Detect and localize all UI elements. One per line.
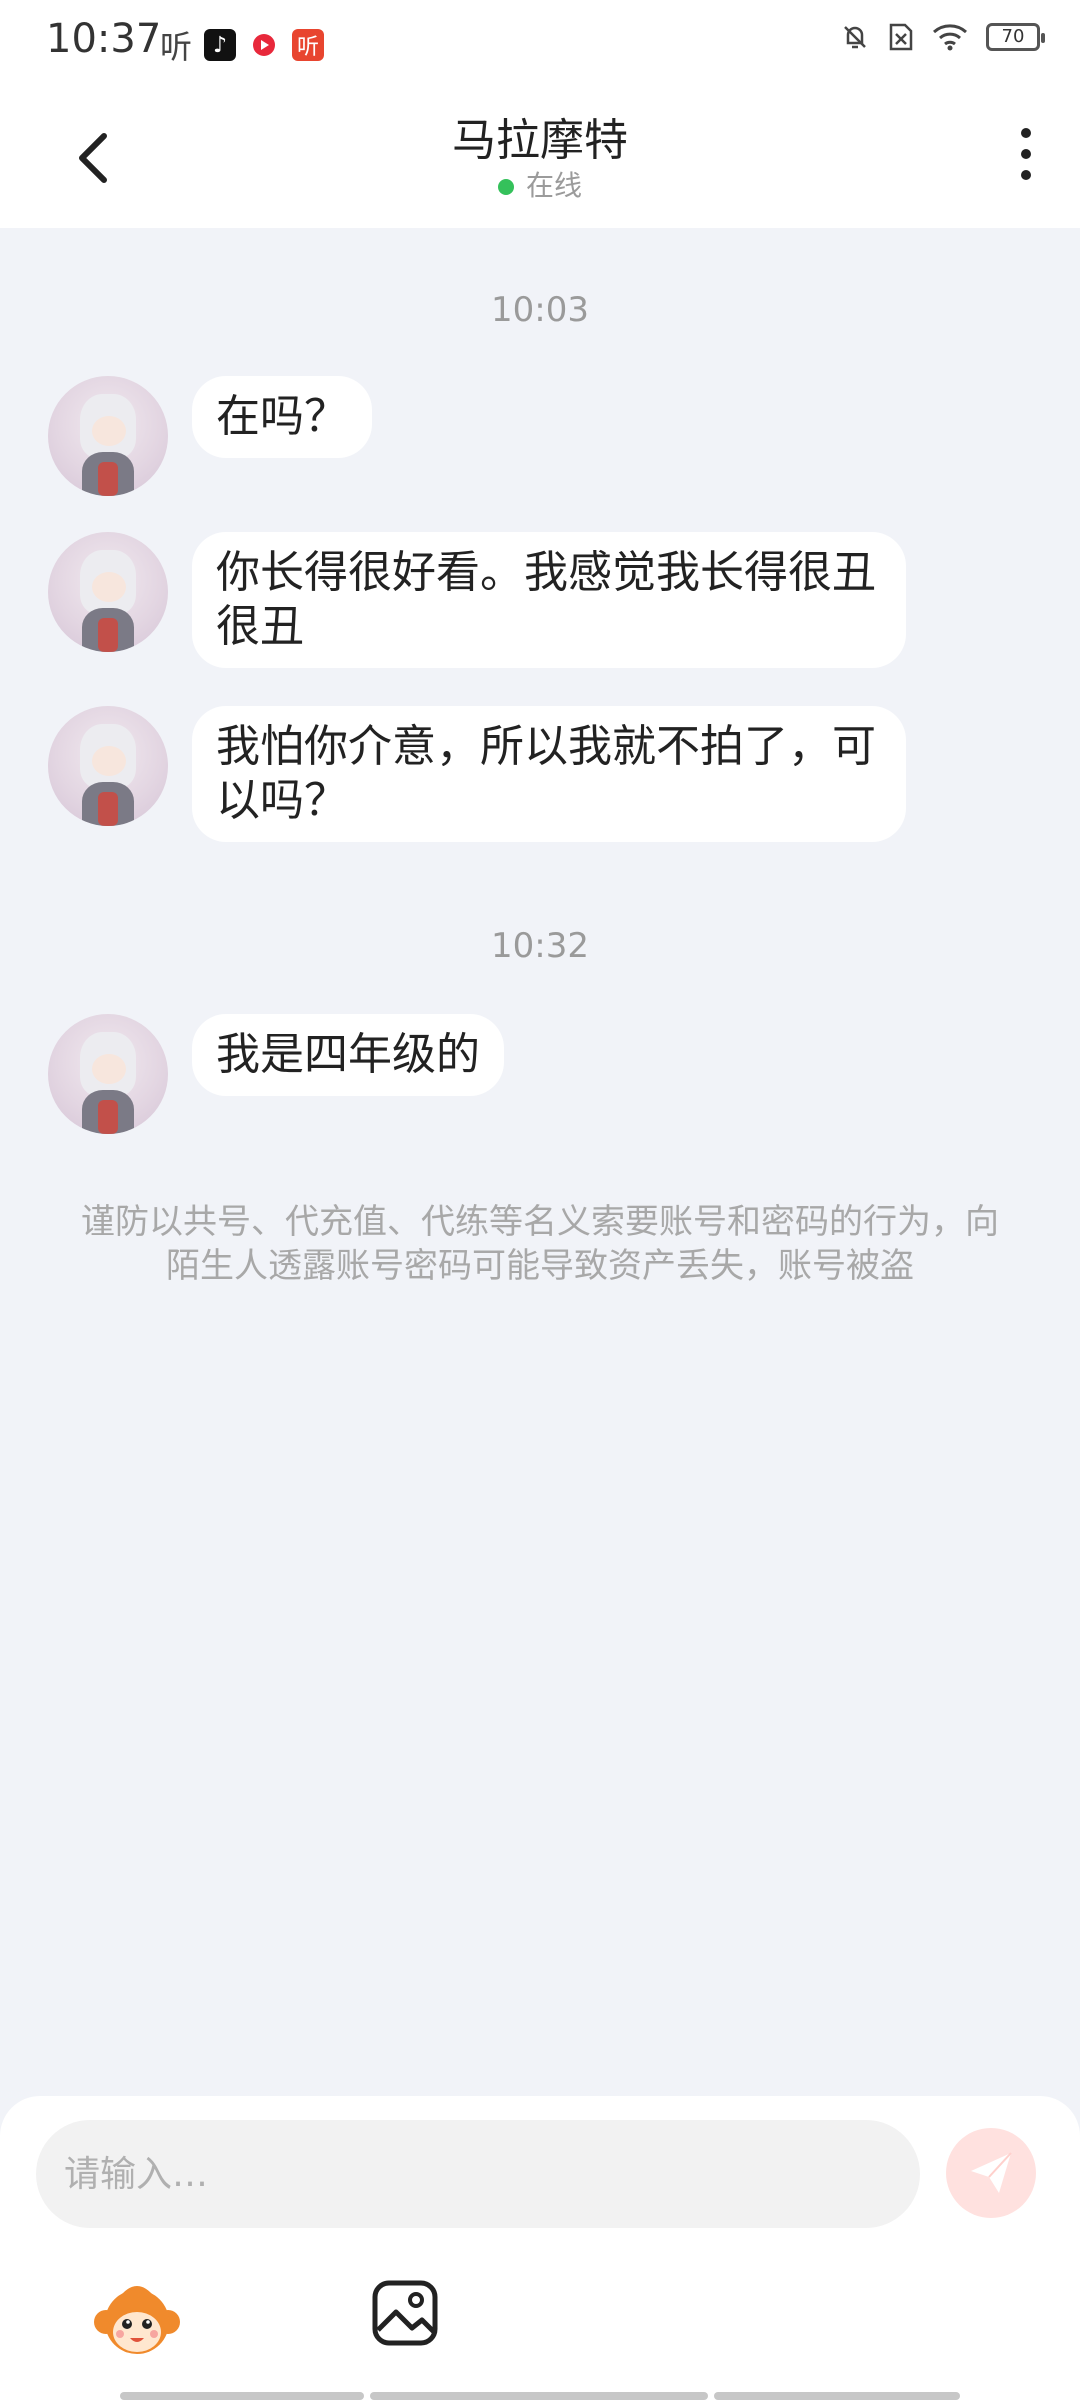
tiktok-icon: ♪	[204, 29, 237, 61]
message-bubble[interactable]: 我是四年级的	[192, 1014, 504, 1096]
presence-label: 在线	[525, 169, 582, 202]
listen-icon: 听	[160, 28, 193, 66]
security-warning: 谨防以共号、代充值、代练等名义索要账号和密码的行为，向陌生人透露账号密码可能导致…	[81, 1202, 999, 1286]
more-options-button[interactable]	[1006, 128, 1046, 180]
image-icon	[372, 2280, 438, 2346]
message-composer	[0, 2096, 1080, 2408]
message-bubble[interactable]: 你长得很好看。我感觉我长得很丑很丑	[192, 532, 906, 668]
more-dot-icon	[1021, 170, 1031, 180]
message-row: 我怕你介意，所以我就不拍了，可以吗？	[48, 706, 906, 842]
send-button[interactable]	[946, 2128, 1036, 2218]
avatar[interactable]	[48, 532, 168, 652]
listen-app-icon: 听	[292, 29, 325, 61]
nav-indicator	[370, 2392, 708, 2400]
message-row: 我是四年级的	[48, 1014, 504, 1134]
contact-name: 马拉摩特	[452, 115, 628, 166]
nav-indicator	[714, 2392, 960, 2400]
battery-icon: 70	[986, 23, 1045, 51]
emoji-button[interactable]	[92, 2276, 182, 2366]
status-time: 10:37	[46, 16, 162, 62]
avatar[interactable]	[48, 1014, 168, 1134]
avatar[interactable]	[48, 376, 168, 496]
mute-bell-icon	[844, 26, 866, 49]
presence-status: 在线	[0, 164, 1080, 204]
system-status-icons: 70	[840, 22, 1045, 52]
message-bubble[interactable]: 在吗？	[192, 376, 372, 458]
no-sim-icon	[889, 23, 913, 51]
status-notification-icons: 听 ♪ 听	[160, 22, 325, 68]
message-timestamp: 10:03	[491, 290, 589, 330]
more-dot-icon	[1021, 128, 1031, 138]
red-app-icon	[248, 29, 281, 61]
message-row: 你长得很好看。我感觉我长得很丑很丑	[48, 532, 906, 668]
chat-screen: 10:37 听 ♪ 听 70 马拉摩特 在线 10:03 在吗？ 你长得很好看。…	[0, 0, 1080, 2408]
top-bar: 10:37 听 ♪ 听 70 马拉摩特 在线	[0, 0, 1080, 228]
more-dot-icon	[1021, 149, 1031, 159]
message-bubble[interactable]: 我怕你介意，所以我就不拍了，可以吗？	[192, 706, 906, 842]
monkey-emoji-icon	[94, 2286, 180, 2354]
online-dot-icon	[497, 179, 514, 195]
image-button[interactable]	[370, 2278, 440, 2348]
send-icon	[971, 2152, 1012, 2193]
nav-indicator	[120, 2392, 364, 2400]
message-row: 在吗？	[48, 376, 372, 496]
message-timestamp: 10:32	[491, 926, 589, 966]
message-input[interactable]	[36, 2120, 920, 2228]
avatar[interactable]	[48, 706, 168, 826]
wifi-icon	[933, 24, 967, 51]
